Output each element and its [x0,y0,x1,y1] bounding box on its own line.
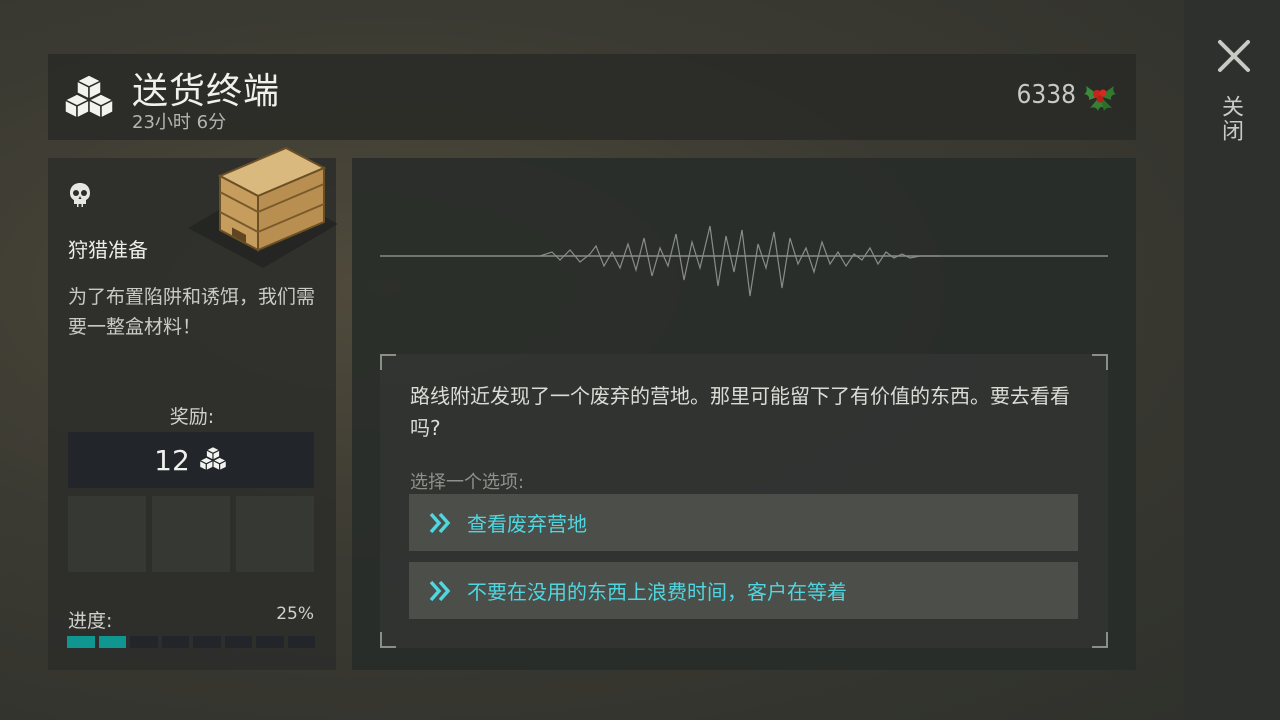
progress-segment [161,636,189,648]
quest-panel: 狩猎准备 为了布置陷阱和诱饵，我们需要一整盒材料！ 奖励: 12 进度: 25% [48,146,338,670]
page-title: 送货终端 [132,71,281,112]
frame-corner [1092,354,1108,370]
close-button[interactable] [1214,36,1254,76]
progress-segment [98,636,126,648]
progress-segment [224,636,252,648]
option-skip[interactable]: 不要在没用的东西上浪费时间，客户在等着 [409,562,1078,619]
double-chevron-right-icon [429,580,451,601]
skull-icon [70,183,90,207]
radio-waveform [380,225,1108,297]
frame-corner [380,354,396,370]
progress-segment [287,636,315,648]
double-chevron-right-icon [429,512,451,533]
progress-segment [256,636,284,648]
progress-segment [193,636,221,648]
reward-value: 12 [154,443,190,477]
frame-corner [1092,632,1108,648]
currency-value: 6338 [1016,80,1076,110]
reward-slot [152,496,230,572]
story-text: 路线附近发现了一个废弃的营地。那里可能留下了有价值的东西。要去看看吗? [410,384,1070,440]
progress-segment [67,636,95,648]
option-label: 查看废弃营地 [467,512,587,536]
boxes-icon [198,446,228,472]
option-label: 不要在没用的东西上浪费时间，客户在等着 [467,580,847,604]
crate-image [188,146,338,268]
progress-percent: 25% [276,604,314,624]
progress-segment [130,636,158,648]
quest-description: 为了布置陷阱和诱饵，我们需要一整盒材料！ [68,286,316,338]
close-icon[interactable] [1214,36,1254,76]
close-label[interactable]: 关闭 [1218,95,1246,143]
option-investigate-camp[interactable]: 查看废弃营地 [409,494,1078,551]
time-remaining: 23小时 6分 [132,112,227,133]
choose-option-label: 选择一个选项: [410,472,525,493]
quest-name: 狩猎准备 [68,238,148,262]
holly-icon [1084,86,1116,111]
boxes-icon [63,74,115,120]
reward-box: 12 [68,432,314,488]
reward-slot [68,496,146,572]
reward-slot [236,496,314,572]
frame-corner [380,632,396,648]
header-bar: 送货终端 23小时 6分 6338 [48,54,1136,140]
progress-label: 进度: [68,610,113,632]
reward-label: 奖励: [169,406,215,428]
event-panel: 路线附近发现了一个废弃的营地。那里可能留下了有价值的东西。要去看看吗? 选择一个… [352,158,1136,670]
progress-bar [67,636,315,648]
dialog-box: 路线附近发现了一个废弃的营地。那里可能留下了有价值的东西。要去看看吗? 选择一个… [380,354,1108,648]
